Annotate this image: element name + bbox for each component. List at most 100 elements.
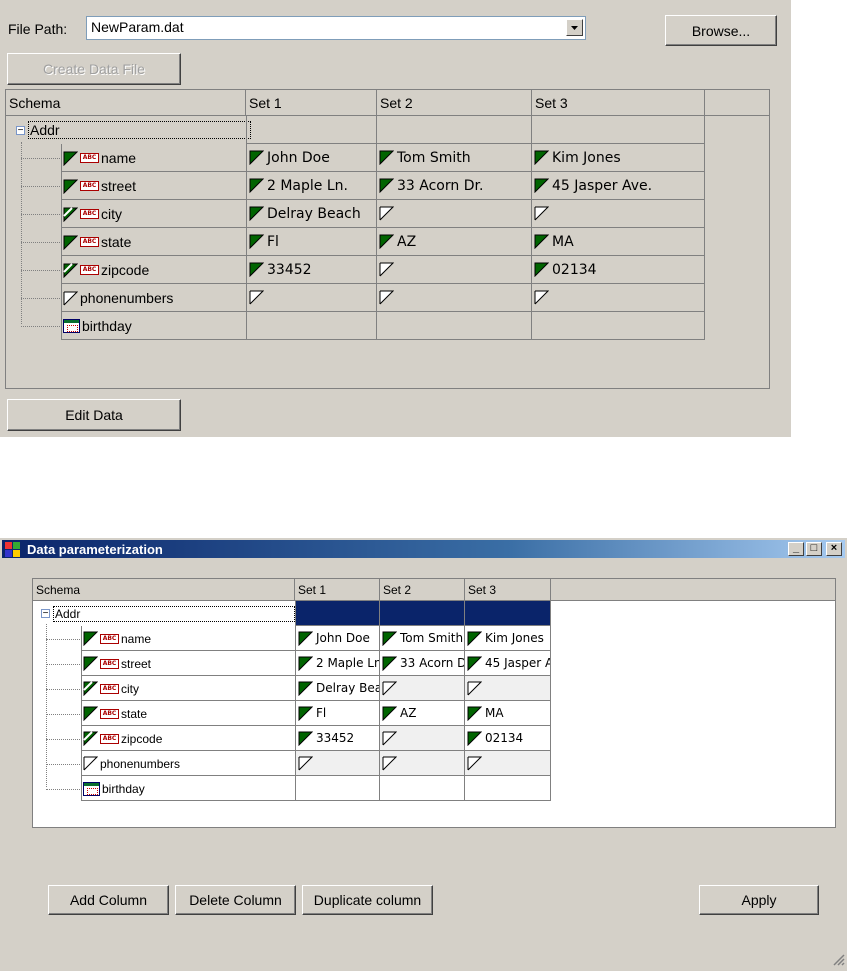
root-set-cell[interactable]	[380, 601, 465, 626]
edit-data-button[interactable]: Edit Data	[7, 399, 181, 431]
set-value-cell[interactable]	[295, 751, 380, 776]
set-value-cell[interactable]	[377, 312, 532, 340]
set-value-cell[interactable]	[465, 676, 551, 701]
tree-row[interactable]: +phonenumbers	[33, 751, 551, 776]
column-header[interactable]: Set 3	[465, 579, 551, 600]
set-value-cell[interactable]	[377, 284, 532, 312]
schema-grid[interactable]: Schema Set 1 Set 2 Set 3− Addr ABC name John Do…	[5, 89, 770, 389]
set-value-cell[interactable]	[465, 751, 551, 776]
set-value-cell[interactable]: AZ	[377, 228, 532, 256]
set-value-cell[interactable]	[380, 776, 465, 801]
set-value-cell[interactable]: Delray Beach	[295, 676, 380, 701]
column-header[interactable]: Set 2	[380, 579, 465, 600]
apply-button[interactable]: Apply	[699, 885, 819, 915]
set-value-cell[interactable]: John Doe	[295, 626, 380, 651]
tree-row[interactable]: ABC name John Doe Tom Smith Kim Jones	[6, 144, 705, 172]
green-flag-icon	[298, 706, 313, 721]
set-value-cell[interactable]: 33452	[295, 726, 380, 751]
column-header[interactable]: Set 1	[246, 90, 377, 115]
set-value-cell[interactable]	[377, 256, 532, 284]
set-value-cell[interactable]	[380, 751, 465, 776]
delete-column-button[interactable]: Delete Column	[175, 885, 296, 915]
set-value-cell[interactable]	[246, 284, 377, 312]
tree-row-root[interactable]: − Addr	[33, 601, 551, 626]
close-icon[interactable]: ×	[826, 542, 842, 556]
root-node-label[interactable]: Addr	[28, 121, 251, 139]
schema-cell-border	[61, 172, 246, 200]
grid-header: Schema Set 1 Set 2 Set 3	[33, 579, 835, 601]
maximize-icon[interactable]: □	[806, 542, 822, 556]
set-value-cell[interactable]: 2 Maple Ln.	[295, 651, 380, 676]
set-value-cell[interactable]: AZ	[380, 701, 465, 726]
collapse-icon[interactable]: −	[16, 125, 25, 135]
set-value-cell[interactable]	[246, 312, 377, 340]
set-value-cell[interactable]: Fl	[246, 228, 377, 256]
tree-row[interactable]: birthday	[33, 776, 551, 801]
tree-row[interactable]: ABCstreet2 Maple Ln.33 Acorn Dr.45 Jaspe…	[6, 172, 705, 200]
tree-row[interactable]: ABC state Fl AZ MA	[6, 228, 705, 256]
tree-row[interactable]: ABC state Fl AZ MA	[33, 701, 551, 726]
green-flag-icon	[298, 631, 313, 646]
set-value-cell[interactable]: 33452	[246, 256, 377, 284]
set-value-cell[interactable]	[295, 776, 380, 801]
set-value-cell[interactable]: 33 Acorn Dr.	[380, 651, 465, 676]
set-value: 33 Acorn Dr.	[400, 656, 464, 670]
chevron-down-icon[interactable]	[566, 19, 583, 36]
column-header[interactable]: Schema	[6, 90, 246, 115]
green-flag-icon	[249, 178, 264, 193]
green-flag-icon	[467, 631, 482, 646]
set-value-cell[interactable]: 45 Jasper Ave.	[465, 651, 551, 676]
set-value-cell[interactable]	[465, 776, 551, 801]
set-value-cell[interactable]: Tom Smith	[380, 626, 465, 651]
set-value-cell[interactable]: 2 Maple Ln.	[246, 172, 377, 200]
tree-row[interactable]: ABCstreet2 Maple Ln.33 Acorn Dr.45 Jaspe…	[33, 651, 551, 676]
resize-grip-icon[interactable]	[831, 952, 845, 969]
set-value-cell[interactable]	[532, 284, 705, 312]
set-value-cell[interactable]: MA	[465, 701, 551, 726]
tree-row[interactable]: +phonenumbers	[6, 284, 705, 312]
set-value-cell[interactable]	[380, 726, 465, 751]
add-column-button[interactable]: Add Column	[48, 885, 169, 915]
set-value-cell[interactable]	[532, 312, 705, 340]
set-value-cell[interactable]: Fl	[295, 701, 380, 726]
column-header[interactable]: Set 1	[295, 579, 380, 600]
tree-row[interactable]: ABCcityDelray Beach	[6, 200, 705, 228]
set-value-cell[interactable]: 45 Jasper Ave.	[532, 172, 705, 200]
column-header[interactable]: Schema	[33, 579, 295, 600]
set-value-cell[interactable]	[380, 676, 465, 701]
parameter-grid[interactable]: Schema Set 1 Set 2 Set 3− Addr ABC name John Do…	[32, 578, 836, 828]
tree-row[interactable]: birthday	[6, 312, 705, 340]
create-data-file-button[interactable]: Create Data File	[7, 53, 181, 85]
collapse-icon[interactable]: −	[41, 609, 50, 619]
root-set-cell[interactable]	[246, 116, 377, 144]
set-value-cell[interactable]: Kim Jones	[465, 626, 551, 651]
set-value-cell[interactable]	[377, 200, 532, 228]
set-value-cell[interactable]: 33 Acorn Dr.	[377, 172, 532, 200]
root-set-cell[interactable]	[295, 601, 380, 626]
set-value-cell[interactable]: MA	[532, 228, 705, 256]
set-value-cell[interactable]: Delray Beach	[246, 200, 377, 228]
tree-row[interactable]: ABC zipcode 33452 02134	[6, 256, 705, 284]
root-set-cell[interactable]	[532, 116, 705, 144]
file-path-combobox[interactable]: NewParam.dat	[86, 16, 586, 40]
tree-row-root[interactable]: − Addr	[6, 116, 705, 144]
minimize-icon[interactable]: _	[788, 542, 804, 556]
grid-header: Schema Set 1 Set 2 Set 3	[6, 90, 769, 116]
root-set-cell[interactable]	[377, 116, 532, 144]
tree-row[interactable]: ABC zipcode 33452 02134	[33, 726, 551, 751]
set-value-cell[interactable]: John Doe	[246, 144, 377, 172]
root-set-cell[interactable]	[465, 601, 551, 626]
set-value-cell[interactable]: 02134	[465, 726, 551, 751]
root-node-label[interactable]: Addr	[53, 605, 296, 622]
set-value-cell[interactable]	[532, 200, 705, 228]
tree-row[interactable]: ABCcityDelray Beach	[33, 676, 551, 701]
browse-button[interactable]: Browse...	[665, 15, 777, 46]
set-value-cell[interactable]: 02134	[532, 256, 705, 284]
green-flag-icon	[249, 234, 264, 249]
duplicate-column-button[interactable]: Duplicate column	[302, 885, 433, 915]
column-header[interactable]: Set 3	[532, 90, 705, 115]
set-value-cell[interactable]: Kim Jones	[532, 144, 705, 172]
tree-row[interactable]: ABC name John Doe Tom Smith Kim Jones	[33, 626, 551, 651]
set-value-cell[interactable]: Tom Smith	[377, 144, 532, 172]
column-header[interactable]: Set 2	[377, 90, 532, 115]
